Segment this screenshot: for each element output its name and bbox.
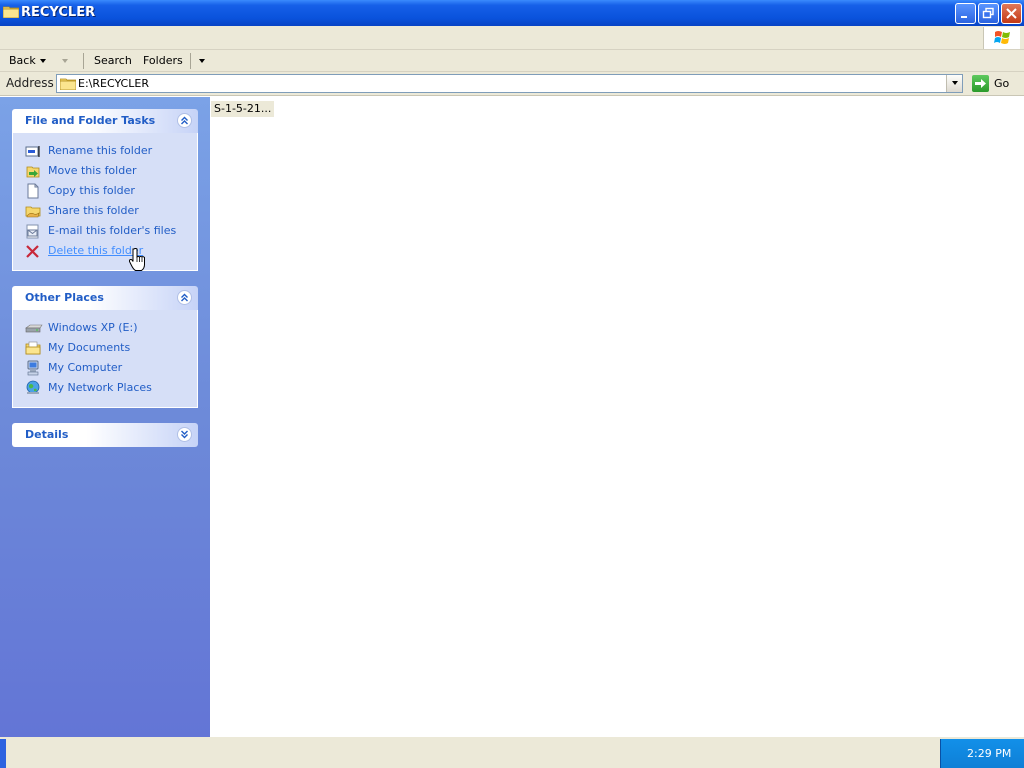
toolbar: Back Search Folders	[0, 50, 1024, 72]
go-arrow-icon	[972, 75, 989, 92]
search-button[interactable]: Search	[94, 54, 132, 67]
move-folder-task[interactable]: Move this folder	[13, 161, 197, 181]
title-bar[interactable]: RECYCLER	[0, 0, 1024, 26]
address-label: Address	[6, 76, 54, 90]
close-icon	[1006, 8, 1017, 19]
window-title: RECYCLER	[21, 5, 96, 20]
delete-icon	[25, 243, 41, 259]
start-button[interactable]	[0, 739, 6, 768]
back-button[interactable]: Back	[9, 54, 36, 67]
details-panel: Details	[12, 423, 198, 447]
network-places-icon	[25, 380, 41, 396]
system-tray: 2:29 PM	[940, 739, 1024, 768]
folders-button[interactable]: Folders	[143, 54, 183, 67]
chevron-down-icon	[952, 81, 958, 85]
address-bar: Address Go	[0, 72, 1024, 96]
toolbar-separator	[83, 53, 84, 69]
rename-folder-task[interactable]: Rename this folder	[13, 141, 197, 161]
move-icon	[25, 163, 41, 179]
folder-icon	[2, 5, 20, 19]
my-computer-icon	[25, 360, 41, 376]
address-input[interactable]	[78, 76, 938, 91]
task-label: Share this folder	[48, 204, 139, 217]
task-pane: File and Folder Tasks Rename this folder…	[0, 97, 210, 737]
drive-icon	[25, 320, 43, 336]
other-places-header[interactable]: Other Places	[12, 286, 198, 310]
views-dropdown-icon[interactable]	[199, 59, 205, 63]
taskbar: 2:29 PM	[0, 737, 1024, 768]
panel-title: File and Folder Tasks	[25, 114, 156, 127]
expand-down-icon[interactable]	[177, 427, 192, 442]
place-windows-xp-drive[interactable]: Windows XP (E:)	[13, 318, 197, 338]
hand-cursor-icon	[128, 248, 147, 272]
place-label: My Documents	[48, 341, 131, 354]
email-folder-files-task[interactable]: E-mail this folder's files	[13, 221, 197, 241]
close-button[interactable]	[1001, 3, 1022, 24]
collapse-up-icon[interactable]	[177, 113, 192, 128]
copy-folder-task[interactable]: Copy this folder	[13, 181, 197, 201]
minimize-icon	[961, 16, 967, 18]
back-dropdown-icon[interactable]	[40, 59, 46, 63]
clock[interactable]: 2:29 PM	[967, 747, 1011, 760]
file-folder-tasks-panel: File and Folder Tasks Rename this folder…	[12, 109, 198, 271]
forward-dropdown-icon[interactable]	[62, 59, 68, 63]
folder-icon	[59, 77, 77, 93]
details-header[interactable]: Details	[12, 423, 198, 447]
windows-flag-icon	[994, 31, 1010, 44]
task-label: Rename this folder	[48, 144, 153, 157]
copy-icon	[25, 183, 41, 199]
collapse-up-icon[interactable]	[177, 290, 192, 305]
restore-icon	[982, 7, 994, 19]
task-label: Move this folder	[48, 164, 137, 177]
share-folder-task[interactable]: Share this folder	[13, 201, 197, 221]
panel-title: Details	[25, 428, 69, 441]
restore-button[interactable]	[978, 3, 999, 24]
place-my-documents[interactable]: My Documents	[13, 338, 197, 358]
place-label: My Network Places	[48, 381, 152, 394]
address-field[interactable]	[56, 74, 963, 93]
address-dropdown-button[interactable]	[946, 75, 962, 92]
delete-folder-task[interactable]: Delete this folder	[13, 241, 197, 261]
file-list-area[interactable]: S-1-5-21...	[210, 97, 1024, 737]
file-item[interactable]: S-1-5-21...	[211, 101, 275, 117]
email-icon	[25, 223, 41, 239]
place-label: My Computer	[48, 361, 123, 374]
rename-icon	[25, 143, 41, 159]
minimize-button[interactable]	[955, 3, 976, 24]
windows-logo	[983, 27, 1020, 49]
place-label: Windows XP (E:)	[48, 321, 138, 334]
share-icon	[25, 203, 41, 219]
panel-title: Other Places	[25, 291, 104, 304]
go-button[interactable]: Go	[972, 75, 1016, 93]
task-label: E-mail this folder's files	[48, 224, 177, 237]
menu-bar	[0, 26, 1024, 50]
file-folder-tasks-header[interactable]: File and Folder Tasks	[12, 109, 198, 133]
go-label: Go	[994, 77, 1010, 90]
place-my-computer[interactable]: My Computer	[13, 358, 197, 378]
task-label: Copy this folder	[48, 184, 135, 197]
my-documents-icon	[25, 340, 41, 356]
toolbar-separator	[190, 53, 191, 69]
place-my-network-places[interactable]: My Network Places	[13, 378, 197, 398]
other-places-panel: Other Places Windows XP (E:) My Document…	[12, 286, 198, 408]
